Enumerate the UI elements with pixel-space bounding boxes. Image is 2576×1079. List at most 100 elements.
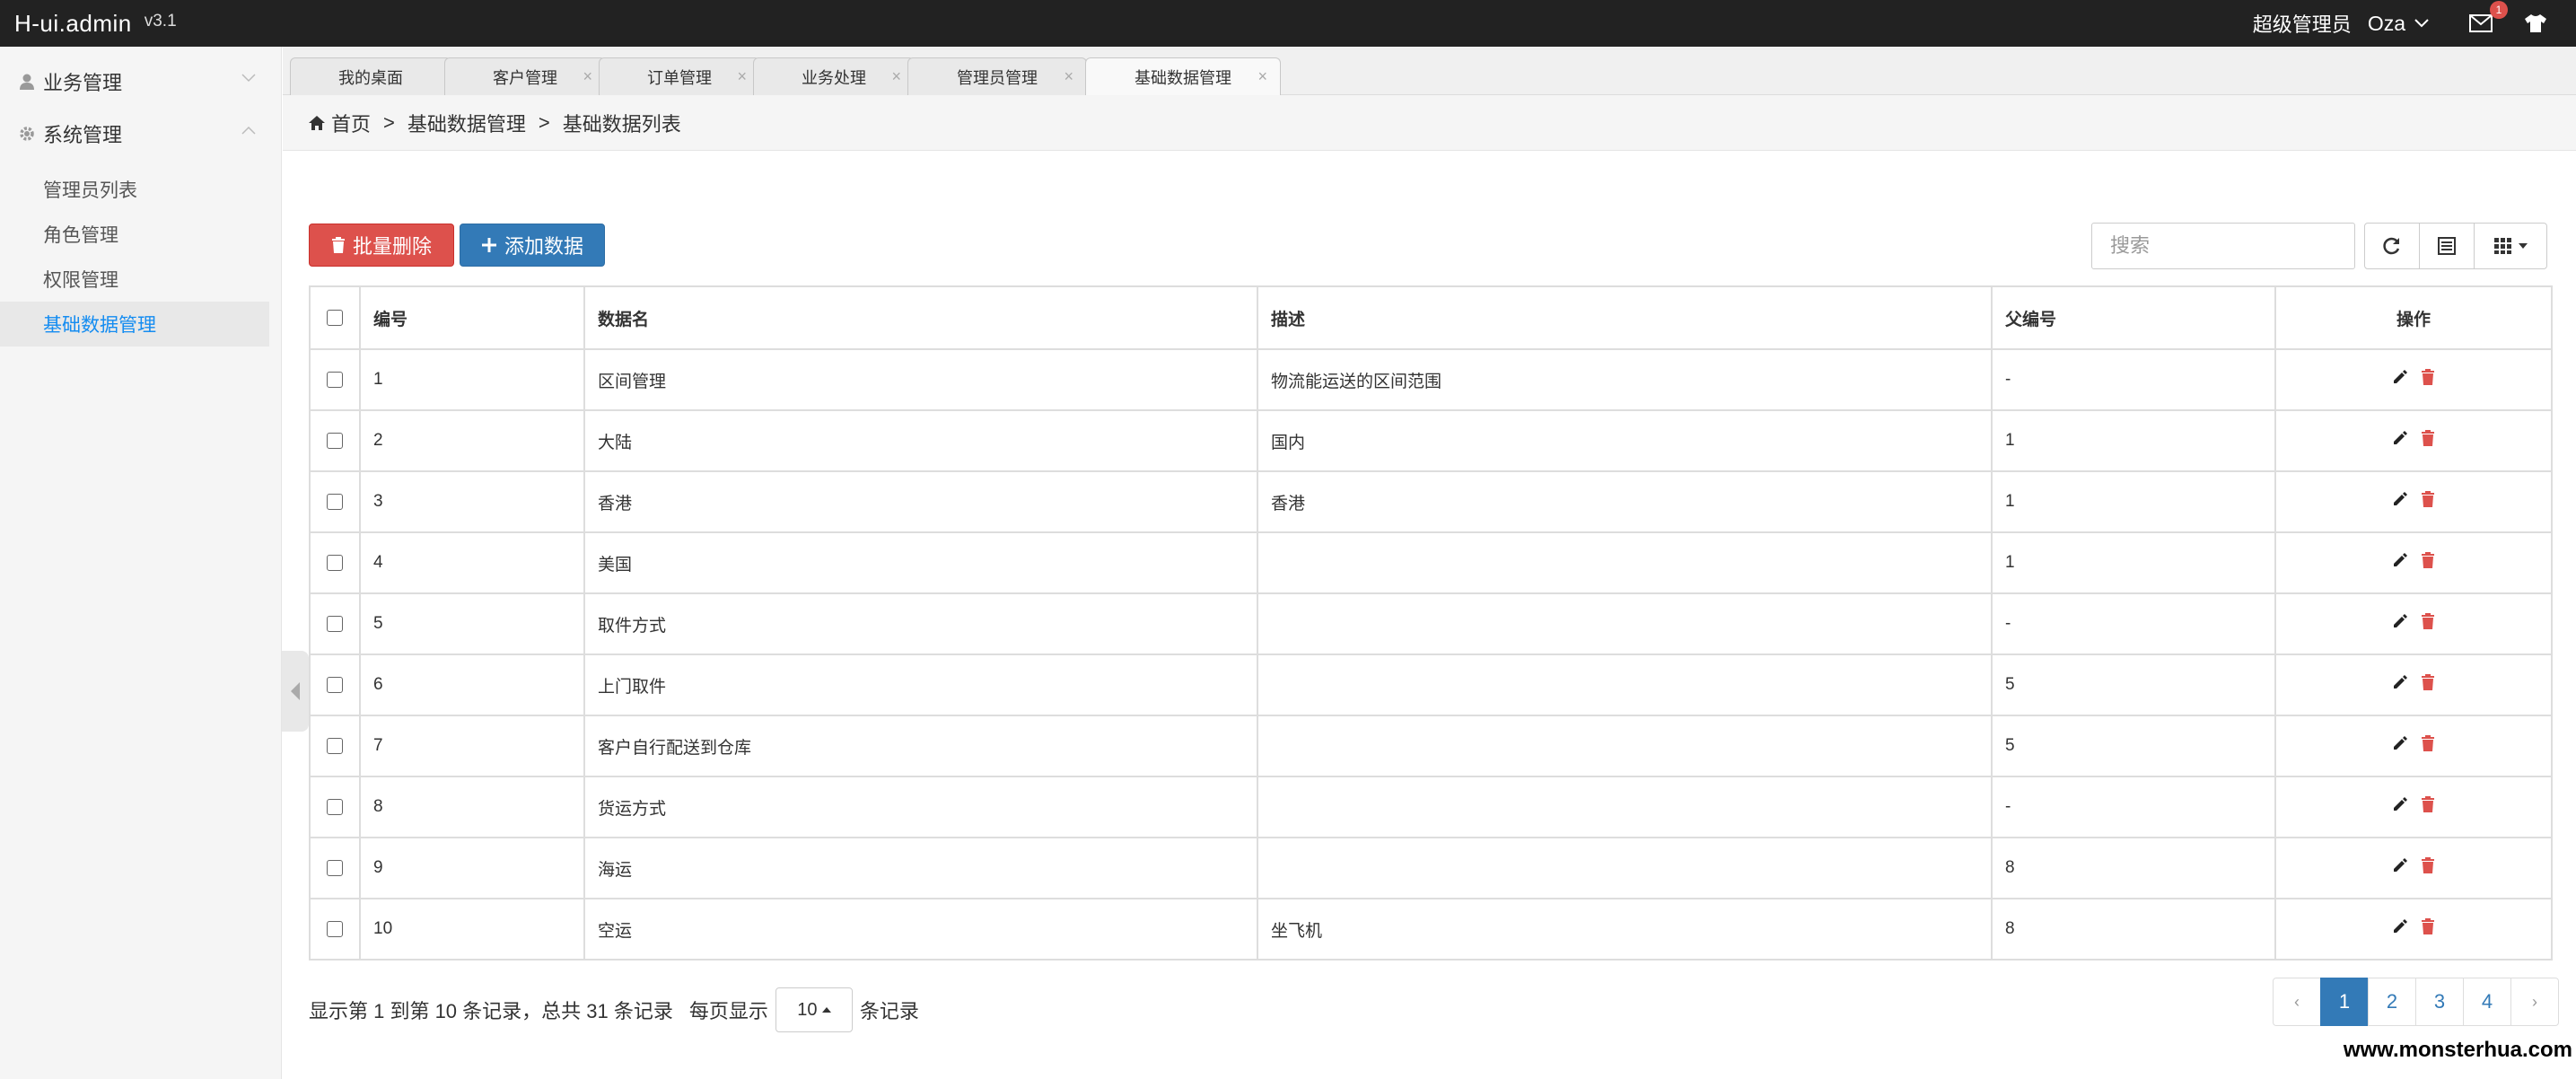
row-actions [2274,470,2553,533]
delete-icon[interactable] [2421,857,2435,873]
batch-delete-button[interactable]: 批量删除 [309,224,454,267]
edit-icon[interactable] [2392,857,2408,873]
row-checkbox[interactable] [327,371,343,388]
edit-icon[interactable] [2392,430,2408,446]
edit-icon[interactable] [2392,552,2408,568]
column-header[interactable]: 父编号 [1991,285,2276,350]
user-menu[interactable]: Oza [2368,12,2429,36]
sidebar-item-admin-list[interactable]: 管理员列表 [0,167,269,212]
edit-icon[interactable] [2392,796,2408,812]
page-prev[interactable]: ‹ [2273,978,2321,1026]
delete-icon[interactable] [2421,430,2435,446]
tab-close-icon[interactable]: × [583,67,592,86]
delete-icon[interactable] [2421,613,2435,629]
edit-icon[interactable] [2392,735,2408,751]
table-row: 2 大陆 国内 1 [309,409,2553,472]
table-cell: 货运方式 [583,776,1258,838]
row-checkbox[interactable] [327,737,343,754]
column-header[interactable]: 描述 [1257,285,1993,350]
column-header[interactable]: 数据名 [583,285,1258,350]
breadcrumb-level1[interactable]: 基础数据管理 [407,109,526,137]
delete-icon[interactable] [2421,491,2435,507]
sidebar-collapse-toggle[interactable] [282,651,309,732]
sidebar-item-roles[interactable]: 角色管理 [0,212,269,257]
table-row: 9 海运 8 [309,837,2553,899]
table-cell: - [1991,776,2276,838]
per-page-suffix: 条记录 [859,1000,919,1022]
tab-close-icon[interactable]: × [891,67,901,86]
search-input[interactable] [2091,223,2355,269]
tab-admin[interactable]: 管理员管理 × [907,57,1087,95]
page-size-select[interactable]: 10 [775,987,853,1032]
trash-icon [331,237,345,253]
row-actions [2274,837,2553,899]
breadcrumb: 首页 > 基础数据管理 > 基础数据列表 [283,95,2576,151]
tab-customers[interactable]: 客户管理 × [444,57,606,95]
edit-icon[interactable] [2392,369,2408,385]
page-3[interactable]: 3 [2415,978,2464,1026]
tab-desktop[interactable]: 我的桌面 [290,57,451,95]
row-checkbox[interactable] [327,920,343,937]
tab-close-icon[interactable]: × [1257,67,1267,86]
add-data-button[interactable]: 添加数据 [460,224,605,267]
row-select-cell [309,409,361,472]
select-all-checkbox[interactable] [327,309,343,326]
table-cell: 8 [1991,837,2276,899]
row-checkbox[interactable] [327,432,343,449]
row-checkbox[interactable] [327,676,343,693]
toggle-view-button[interactable] [2419,223,2475,269]
page-4[interactable]: 4 [2463,978,2511,1026]
delete-icon[interactable] [2421,918,2435,934]
top-right-area: 超级管理员 Oza 1 [2253,0,2576,47]
sidebar-item-base-data[interactable]: 基础数据管理 [0,302,269,347]
tab-label: 我的桌面 [338,68,403,87]
page-2[interactable]: 2 [2368,978,2416,1026]
user-icon [20,74,34,90]
row-checkbox[interactable] [327,554,343,571]
row-checkbox[interactable] [327,615,343,632]
row-checkbox[interactable] [327,493,343,510]
delete-icon[interactable] [2421,796,2435,812]
table-cell: 4 [359,531,585,594]
row-checkbox[interactable] [327,859,343,876]
page-next[interactable]: › [2510,978,2559,1026]
menu-group-system[interactable]: 系统管理 [0,108,281,160]
table-cell: - [1991,348,2276,411]
tab-orders[interactable]: 订单管理 × [599,57,760,95]
sidebar-item-permissions[interactable]: 权限管理 [0,257,269,302]
delete-icon[interactable] [2421,369,2435,385]
tab-close-icon[interactable]: × [737,67,747,86]
table-cell: 5 [359,592,585,655]
edit-icon[interactable] [2392,613,2408,629]
delete-icon[interactable] [2421,552,2435,568]
tab-base-data[interactable]: 基础数据管理 × [1085,57,1281,96]
row-actions [2274,715,2553,777]
row-checkbox[interactable] [327,798,343,815]
menu-group-business[interactable]: 业务管理 [0,56,281,108]
row-actions [2274,348,2553,411]
edit-icon[interactable] [2392,674,2408,690]
skin-button[interactable] [2522,10,2549,37]
tab-close-icon[interactable]: × [1064,67,1073,86]
table-row: 1 区间管理 物流能运送的区间范围 - [309,348,2553,411]
chevron-down-icon [2414,19,2429,28]
app-logo[interactable]: H-ui.admin [14,10,132,38]
edit-icon[interactable] [2392,491,2408,507]
tshirt-icon [2525,14,2546,32]
column-header[interactable]: 编号 [359,285,585,350]
page-1[interactable]: 1 [2320,978,2369,1026]
delete-icon[interactable] [2421,735,2435,751]
delete-icon[interactable] [2421,674,2435,690]
table-cell: 9 [359,837,585,899]
table-cell: 空运 [583,898,1258,961]
columns-button[interactable] [2474,223,2547,269]
mail-button[interactable]: 1 [2466,1,2508,38]
table-cell: 5 [1991,654,2276,716]
row-select-cell [309,592,361,655]
tab-business[interactable]: 业务处理 × [753,57,915,95]
breadcrumb-home[interactable]: 首页 [331,109,371,137]
envelope-icon [2469,14,2493,32]
row-actions [2274,592,2553,655]
refresh-button[interactable] [2364,223,2420,269]
edit-icon[interactable] [2392,918,2408,934]
